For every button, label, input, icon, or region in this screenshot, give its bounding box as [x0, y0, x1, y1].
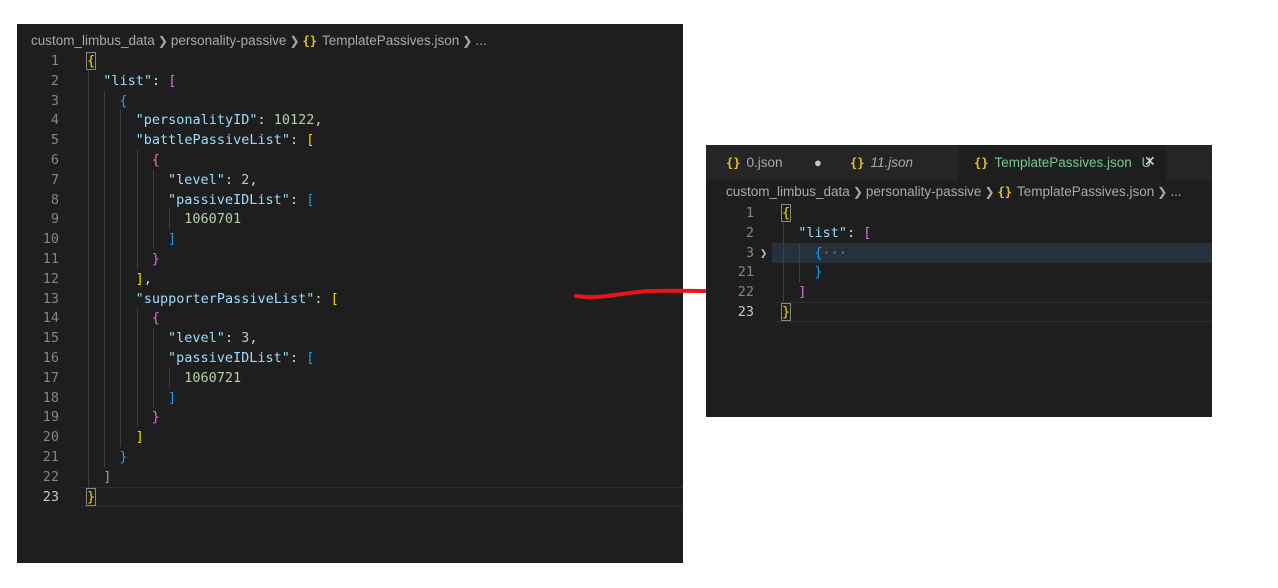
line-number: 22	[737, 284, 754, 301]
code-token: }	[814, 264, 823, 281]
breadcrumb-file[interactable]: TemplatePassives.json	[1017, 184, 1154, 199]
tab-label: TemplatePassives.json	[994, 155, 1132, 170]
json-file-icon: {}	[726, 156, 741, 170]
line-number: 2	[745, 224, 754, 241]
breadcrumb-subfolder[interactable]: personality-passive	[866, 184, 982, 199]
tab-bar: {} 0.json ● {} 11.json {} TemplatePassives.…	[706, 145, 1212, 180]
tab-11-json[interactable]: {} 11.json	[830, 145, 958, 180]
code-token: }	[780, 303, 792, 321]
code-text: {	[780, 203, 792, 223]
code-line[interactable]: 21}	[706, 262, 1212, 282]
current-line-border	[776, 302, 1212, 322]
line-number: 3	[745, 244, 754, 261]
code-token: :	[846, 224, 864, 241]
right-editor-panel: {} 0.json ● {} 11.json {} TemplatePassives.…	[706, 145, 1212, 417]
code-text: }	[780, 302, 792, 322]
code-text: }	[814, 262, 822, 282]
fold-chevron-icon[interactable]: ❯	[760, 243, 767, 263]
breadcrumb-folder[interactable]: custom_limbus_data	[726, 184, 850, 199]
code-line[interactable]: 3 ❯ {···	[706, 242, 1212, 263]
line-number: 23	[737, 304, 754, 320]
tab-label: 11.json	[870, 155, 913, 170]
indent-guide	[799, 242, 801, 283]
chevron-right-icon: ❯	[852, 185, 863, 199]
line-number: 21	[737, 264, 754, 281]
chevron-right-icon: ❯	[1157, 185, 1168, 199]
code-text: "list": [	[798, 223, 871, 243]
code-line[interactable]: 23}	[706, 302, 1212, 322]
chevron-right-icon: ❯	[984, 185, 995, 199]
tab-templatepassives-json[interactable]: {} TemplatePassives.json U ✕	[958, 145, 1166, 180]
code-token: ]	[798, 284, 807, 301]
breadcrumb-more[interactable]: ...	[1170, 184, 1181, 199]
tab-0-json[interactable]: {} 0.json ●	[706, 145, 830, 180]
code-token: {	[814, 244, 823, 261]
json-file-icon: {}	[974, 156, 989, 170]
code-line[interactable]: 1{	[706, 203, 1212, 223]
json-file-icon: {}	[997, 185, 1012, 199]
close-icon[interactable]: ✕	[1144, 145, 1156, 180]
code-text: ]	[798, 282, 806, 302]
code-token: ···	[822, 244, 847, 261]
json-file-icon: {}	[850, 156, 865, 170]
code-line[interactable]: 22]	[706, 282, 1212, 302]
code-text: {···	[814, 243, 847, 263]
code-line[interactable]: 2 "list": [	[706, 223, 1212, 243]
code-token: "list"	[798, 224, 847, 241]
indent-guide	[783, 222, 784, 302]
line-number: 1	[745, 205, 754, 221]
code-token: [	[863, 224, 872, 241]
modified-dot-icon[interactable]: ●	[814, 145, 822, 180]
code-token: {	[780, 204, 792, 222]
tab-label: 0.json	[746, 155, 783, 170]
